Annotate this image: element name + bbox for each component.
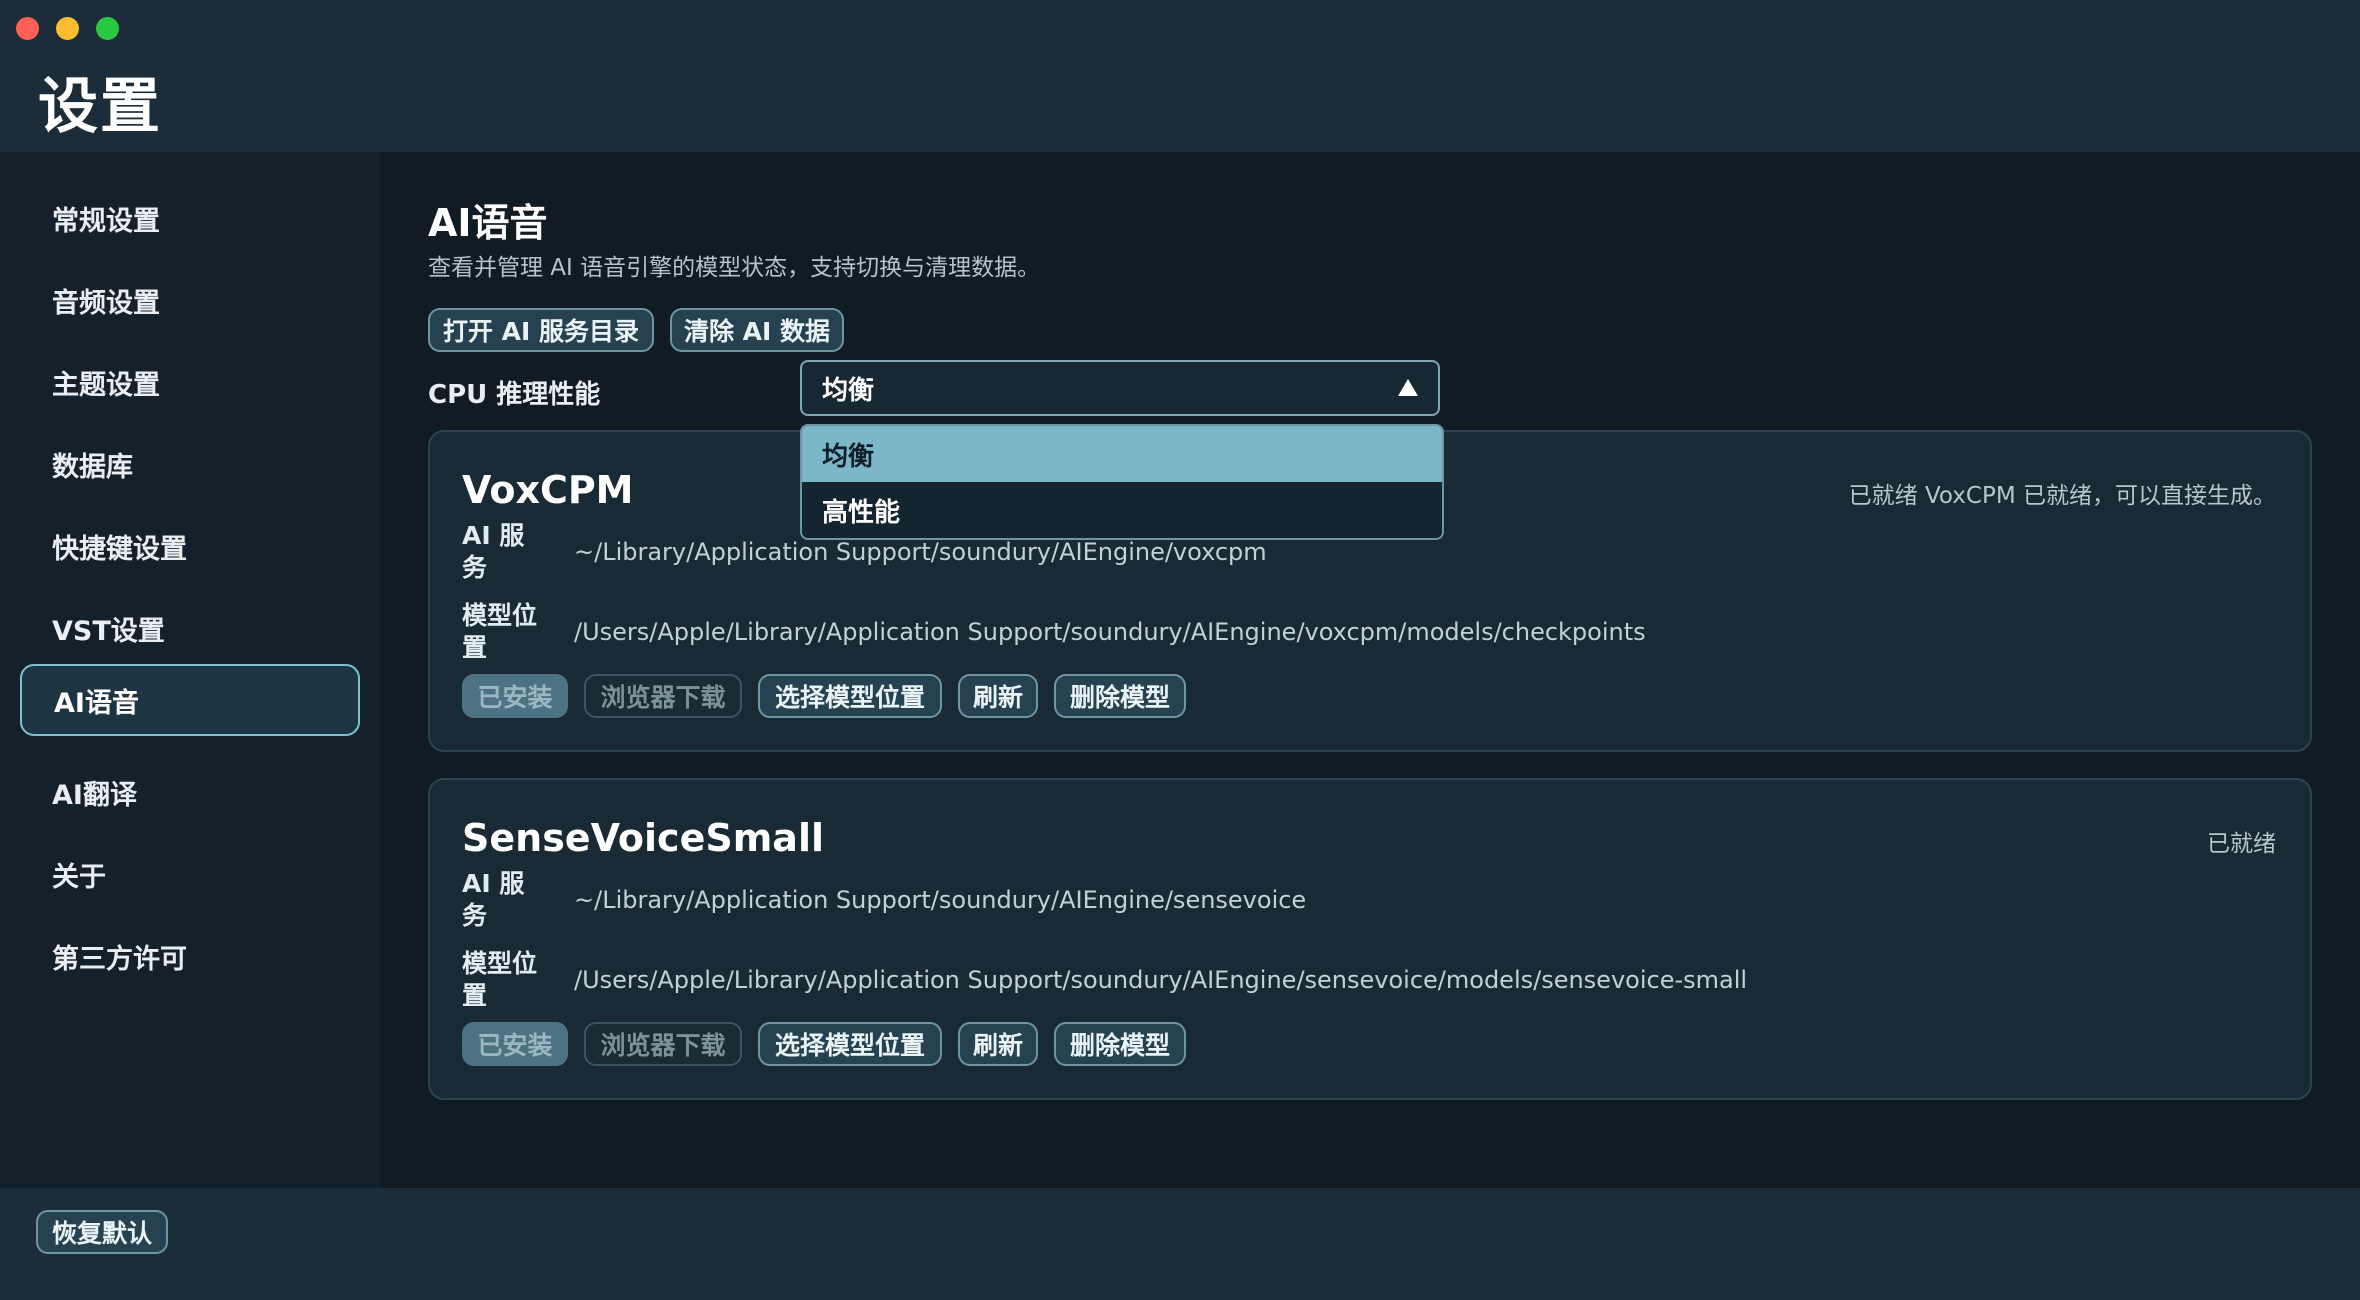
browser-download-button[interactable]: 浏览器下载: [584, 674, 742, 718]
service-label: AI 服务: [462, 869, 525, 930]
footer-bar: 恢复默认: [0, 1188, 2360, 1300]
delete-model-button[interactable]: 删除模型: [1054, 1022, 1186, 1066]
browser-download-button[interactable]: 浏览器下载: [584, 1022, 742, 1066]
zoom-window-button[interactable]: [96, 17, 119, 40]
engine-status: 已就绪: [2207, 831, 2276, 857]
sidebar-item-shortcuts[interactable]: 快捷键设置: [20, 510, 360, 582]
installed-button[interactable]: 已安装: [462, 1022, 568, 1066]
delete-model-button[interactable]: 删除模型: [1054, 674, 1186, 718]
cpu-performance-select-value: 均衡: [822, 375, 875, 406]
sidebar: 常规设置 音频设置 主题设置 数据库 快捷键设置 VST设置 AI语音 AI翻译…: [0, 152, 380, 1188]
clear-ai-data-button[interactable]: 清除 AI 数据: [670, 308, 844, 352]
reset-defaults-button[interactable]: 恢复默认: [36, 1210, 168, 1254]
service-label: AI 服务: [462, 521, 525, 582]
main-content: AI语音 查看并管理 AI 语音引擎的模型状态，支持切换与清理数据。 打开 AI…: [380, 152, 2360, 1188]
page-description: 查看并管理 AI 语音引擎的模型状态，支持切换与清理数据。: [428, 255, 1041, 281]
service-path: ~/Library/Application Support/soundury/A…: [574, 886, 1307, 914]
dropdown-option-balanced[interactable]: 均衡: [802, 426, 1442, 482]
sidebar-item-theme[interactable]: 主题设置: [20, 346, 360, 418]
engine-status: 已就绪 VoxCPM 已就绪，可以直接生成。: [1848, 483, 2276, 509]
minimize-window-button[interactable]: [56, 17, 79, 40]
sidebar-item-vst[interactable]: VST设置: [20, 592, 360, 664]
sidebar-item-audio[interactable]: 音频设置: [20, 264, 360, 336]
model-path: /Users/Apple/Library/Application Support…: [574, 618, 1646, 646]
dropdown-option-high-performance[interactable]: 高性能: [802, 482, 1442, 538]
engine-name: SenseVoiceSmall: [462, 816, 825, 860]
chevron-up-icon: [1398, 379, 1418, 396]
sidebar-item-about[interactable]: 关于: [20, 838, 360, 910]
engine-card-sensevoice: SenseVoiceSmall 已就绪 AI 服务 ~/Library/Appl…: [428, 778, 2312, 1100]
window-title: 设置: [38, 72, 162, 142]
title-bar: 设置: [0, 0, 2360, 152]
open-ai-service-dir-button[interactable]: 打开 AI 服务目录: [428, 308, 654, 352]
cpu-performance-dropdown: 均衡 高性能: [800, 424, 1444, 540]
cpu-performance-select[interactable]: 均衡: [800, 360, 1440, 416]
installed-button[interactable]: 已安装: [462, 674, 568, 718]
choose-model-location-button[interactable]: 选择模型位置: [758, 674, 942, 718]
sidebar-item-licenses[interactable]: 第三方许可: [20, 920, 360, 992]
model-location-label: 模型位置: [462, 601, 538, 662]
sidebar-item-ai-voice[interactable]: AI语音: [20, 664, 360, 736]
sidebar-item-general[interactable]: 常规设置: [20, 182, 360, 254]
refresh-button[interactable]: 刷新: [958, 674, 1038, 718]
page-title: AI语音: [428, 201, 548, 245]
model-path: /Users/Apple/Library/Application Support…: [574, 966, 1748, 994]
close-window-button[interactable]: [16, 17, 39, 40]
sidebar-item-ai-translate[interactable]: AI翻译: [20, 756, 360, 828]
service-path: ~/Library/Application Support/soundury/A…: [574, 538, 1267, 566]
engine-name: VoxCPM: [462, 468, 634, 512]
sidebar-item-database[interactable]: 数据库: [20, 428, 360, 500]
refresh-button[interactable]: 刷新: [958, 1022, 1038, 1066]
choose-model-location-button[interactable]: 选择模型位置: [758, 1022, 942, 1066]
cpu-performance-label: CPU 推理性能: [428, 380, 601, 410]
model-location-label: 模型位置: [462, 949, 538, 1010]
